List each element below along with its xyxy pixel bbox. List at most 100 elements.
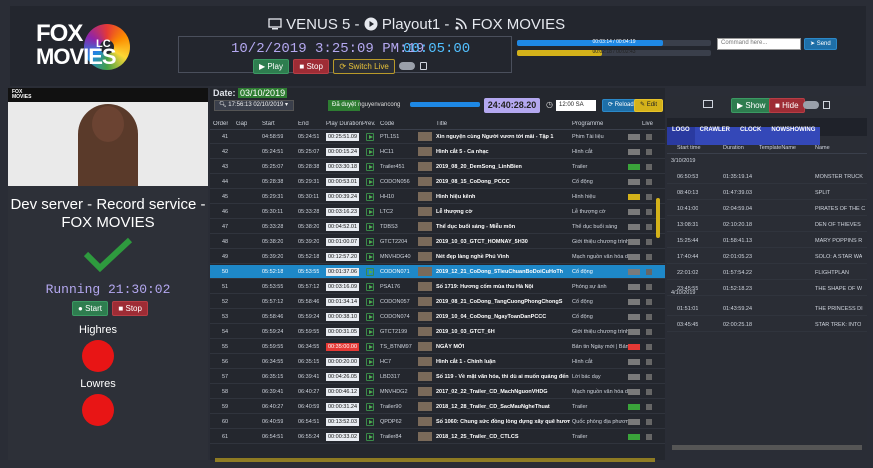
preview-play-icon[interactable] (366, 268, 374, 276)
preview-play-icon[interactable] (366, 403, 374, 411)
datetime-select[interactable]: 🔍︎ 17:56:13 02/10/2019 ▾ (214, 100, 294, 111)
preview-play-icon[interactable] (366, 133, 374, 141)
table-row[interactable]: 55 05:59:55 06:34:55 00:35:00.00 TS_BTNM97 NG… (210, 340, 665, 354)
row-live-checkbox[interactable] (646, 374, 652, 380)
table-row[interactable]: 41 04:58:59 05:24:51 00:25:51.09 PTL151 Xin n… (210, 130, 665, 144)
row-play-duration[interactable]: 00:03:16.23 (326, 208, 360, 216)
preview-play-icon[interactable] (366, 418, 374, 426)
switch-live-button[interactable]: ⟳ Switch Live (333, 59, 395, 74)
graphics-lock-icon[interactable] (823, 101, 830, 109)
preview-play-icon[interactable] (366, 178, 374, 186)
preview-play-icon[interactable] (366, 388, 374, 396)
preview-play-icon[interactable] (366, 208, 374, 216)
preview-play-icon[interactable] (366, 373, 374, 381)
col-play-duration[interactable]: Play Duration (326, 121, 362, 127)
preview-play-icon[interactable] (366, 313, 374, 321)
preview-play-icon[interactable] (366, 358, 374, 366)
preview-play-icon[interactable] (366, 343, 374, 351)
list-item[interactable]: 08:40:13 01:47:39.03 SPLIT (667, 186, 867, 200)
row-live-checkbox[interactable] (646, 419, 652, 425)
table-row[interactable]: 44 05:28:38 05:29:31 00:00:53.01 CODON056 201… (210, 175, 665, 189)
lock-icon[interactable] (419, 62, 427, 70)
row-live-checkbox[interactable] (646, 149, 652, 155)
preview-play-icon[interactable] (366, 148, 374, 156)
row-play-duration[interactable]: 00:01:00.07 (326, 238, 360, 246)
table-row[interactable]: 42 05:24:51 05:25:07 00:00:15.24 HC11 Hình cắ… (210, 145, 665, 159)
list-item[interactable]: 17:40:44 02:01:05.23 SOLO: A STAR WA (667, 250, 867, 264)
table-row[interactable]: 51 05:53:55 05:57:12 00:03:16.09 PSA176 Số 17… (210, 280, 665, 294)
table-row[interactable]: 52 05:57:12 05:58:46 00:01:34.14 CODON057 201… (210, 295, 665, 309)
list-item[interactable]: 01:51:01 01:43:59.24 THE PRINCESS DI (667, 302, 867, 316)
row-live-checkbox[interactable] (646, 389, 652, 395)
table-row[interactable]: 46 05:30:11 05:33:28 00:03:16.23 LTC2 Lễ thượ… (210, 205, 665, 219)
command-input[interactable]: Command here... (717, 38, 801, 50)
bottom-scrollbar[interactable] (215, 458, 655, 462)
row-play-duration[interactable]: 00:03:16.09 (326, 283, 360, 291)
list-item[interactable]: 22:01:02 01:57:54.22 FLIGHTPLAN (667, 266, 867, 280)
preview-play-icon[interactable] (366, 253, 374, 261)
row-play-duration[interactable]: 00:00:15.24 (326, 148, 360, 156)
row-play-duration[interactable]: 00:01:37.06 (326, 268, 360, 276)
row-play-duration[interactable]: 00:35:00.00 (326, 343, 360, 351)
list-item[interactable]: 06:50:53 01:35:19.14 MONSTER TRUCK (667, 170, 867, 184)
col-end[interactable]: End (298, 121, 309, 127)
row-live-checkbox[interactable] (646, 434, 652, 440)
row-play-duration[interactable]: 00:00:39.24 (326, 193, 360, 201)
preview-play-icon[interactable] (366, 298, 374, 306)
hide-button[interactable]: ■ Hide (769, 98, 805, 113)
graphics-hscrollbar[interactable] (672, 445, 862, 450)
table-row[interactable]: 58 06:39:41 06:40:27 00:00:46.12 MNVHDG2 2017… (210, 385, 665, 399)
play-button[interactable]: ▶ Play (253, 59, 289, 74)
table-row[interactable]: 50 05:52:18 05:53:55 00:01:37.06 CODON071 201… (210, 265, 665, 279)
row-play-duration[interactable]: 00:04:52.01 (326, 223, 360, 231)
row-live-checkbox[interactable] (646, 209, 652, 215)
send-button[interactable]: ➤ Send (804, 38, 837, 50)
col-order[interactable]: Order (213, 121, 228, 127)
list-item[interactable]: 15:25:44 01:58:41.13 MARY POPPINS R (667, 234, 867, 248)
row-live-checkbox[interactable] (646, 194, 652, 200)
table-row[interactable]: 56 06:34:55 06:35:15 00:00:20.00 HC7 Hình cắt… (210, 355, 665, 369)
table-row[interactable]: 57 06:35:15 06:39:41 00:04:26.05 LBD317 Số 11… (210, 370, 665, 384)
preview-play-icon[interactable] (366, 223, 374, 231)
row-live-checkbox[interactable] (646, 329, 652, 335)
record-stop-button[interactable]: ■ Stop (112, 301, 148, 316)
col-start[interactable]: Start (262, 121, 275, 127)
col-code[interactable]: Code (380, 121, 394, 127)
row-play-duration[interactable]: 00:00:20.00 (326, 358, 360, 366)
list-item[interactable]: 10:41:00 02:04:59.04 PIRATES OF THE C (667, 202, 867, 216)
row-live-checkbox[interactable] (646, 284, 652, 290)
row-live-checkbox[interactable] (646, 404, 652, 410)
row-live-checkbox[interactable] (646, 239, 652, 245)
row-play-duration[interactable]: 00:00:53.01 (326, 178, 360, 186)
edit-button[interactable]: ✎ Edit (634, 99, 664, 112)
row-play-duration[interactable]: 00:13:52.03 (326, 418, 360, 426)
row-play-duration[interactable]: 00:00:38.10 (326, 313, 360, 321)
table-row[interactable]: 47 05:33:28 05:38:20 00:04:52.01 TDBS3 Thể dụ… (210, 220, 665, 234)
table-row[interactable]: 54 05:59:24 05:59:55 00:00:31.05 GTCT2199 201… (210, 325, 665, 339)
row-play-duration[interactable]: 00:03:30.18 (326, 163, 360, 171)
list-item[interactable]: 03:45:45 02:00:25.18 STAR TREK: INTO (667, 318, 867, 332)
row-live-checkbox[interactable] (646, 224, 652, 230)
row-live-checkbox[interactable] (646, 299, 652, 305)
preview-play-icon[interactable] (366, 433, 374, 441)
row-play-duration[interactable]: 00:00:33.02 (326, 433, 360, 441)
col-programme[interactable]: Programme (572, 121, 603, 127)
col-title[interactable]: Title (436, 121, 447, 127)
row-play-duration[interactable]: 00:00:31.05 (326, 328, 360, 336)
row-live-checkbox[interactable] (646, 164, 652, 170)
row-play-duration[interactable]: 00:01:34.14 (326, 298, 360, 306)
preview-play-icon[interactable] (366, 328, 374, 336)
table-row[interactable]: 49 05:39:20 05:52:18 00:12:57.20 MNVHDG40 Nét… (210, 250, 665, 264)
row-play-duration[interactable]: 00:00:46.12 (326, 388, 360, 396)
table-row[interactable]: 45 05:29:31 05:30:11 00:00:39.24 HH10 Hình hi… (210, 190, 665, 204)
row-play-duration[interactable]: 00:12:57.20 (326, 253, 360, 261)
time-input[interactable]: 12:00 SA (556, 100, 596, 111)
table-row[interactable]: 43 05:25:07 05:28:38 00:03:30.18 Trailer451 2… (210, 160, 665, 174)
preview-play-icon[interactable] (366, 283, 374, 291)
table-row[interactable]: 48 05:38:20 05:39:20 00:01:00.07 GTCT2204 201… (210, 235, 665, 249)
table-row[interactable]: 61 06:54:51 06:55:24 00:00:33.02 Trailer84 20… (210, 430, 665, 444)
show-button[interactable]: ▶ Show (731, 98, 772, 113)
row-live-checkbox[interactable] (646, 269, 652, 275)
row-live-checkbox[interactable] (646, 179, 652, 185)
date-value[interactable]: 03/10/2019 (238, 88, 288, 98)
